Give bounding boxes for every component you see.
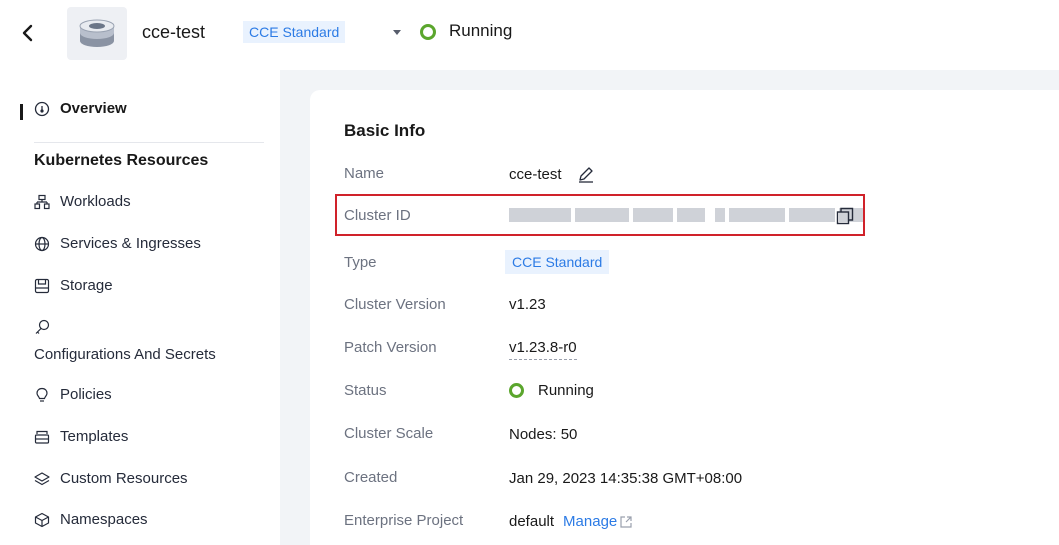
redacted-block <box>729 208 785 222</box>
cluster-scale-label: Cluster Scale <box>344 425 434 442</box>
sidebar-item-templates[interactable]: Templates <box>34 428 128 445</box>
globe-icon <box>34 236 50 252</box>
created-label: Created <box>344 469 398 486</box>
created-value: Jan 29, 2023 14:35:38 GMT+08:00 <box>509 470 743 487</box>
edit-name-button[interactable] <box>576 164 596 184</box>
name-label: Name <box>344 165 385 182</box>
manage-link-label: Manage <box>563 513 618 530</box>
name-value-group: cce-test <box>509 164 596 184</box>
chevron-left-icon <box>22 24 33 42</box>
template-icon <box>34 429 50 445</box>
sidebar-item-custom-resources[interactable]: Custom Resources <box>34 470 188 487</box>
type-tag: CCE Standard <box>505 250 610 274</box>
pencil-icon <box>578 167 593 183</box>
type-label: Type <box>344 254 377 271</box>
page-header: cce-test CCE Standard Running <box>0 0 1059 70</box>
sidebar-item-workloads[interactable]: Workloads <box>34 193 131 210</box>
sidebar-item-storage[interactable]: Storage <box>34 277 113 294</box>
sidebar-item-label: Templates <box>60 428 129 445</box>
redacted-block <box>789 208 835 222</box>
external-link-icon <box>620 515 632 528</box>
cluster-type-tag: CCE Standard <box>243 21 346 43</box>
card-title: Basic Info <box>344 121 426 140</box>
cluster-switch-dropdown[interactable] <box>390 25 404 39</box>
storage-icon <box>34 278 50 294</box>
sidebar-item-configurations-secrets[interactable]: Configurations And Secrets <box>34 346 216 363</box>
key-icon <box>34 319 50 335</box>
sidebar-item-label: Namespaces <box>60 511 148 528</box>
sidebar-divider <box>34 142 264 143</box>
cube-icon <box>34 512 50 528</box>
status-value: Running <box>538 382 594 399</box>
sidebar-item-label: Policies <box>60 386 112 403</box>
sidebar-item-label: Storage <box>60 277 113 294</box>
sidebar-item-policies[interactable]: Policies <box>34 386 112 403</box>
patch-version-label: Patch Version <box>344 339 437 356</box>
layers-icon <box>34 471 50 487</box>
active-indicator <box>20 104 23 120</box>
redacted-block <box>575 208 629 222</box>
sidebar-item-namespaces[interactable]: Namespaces <box>34 511 148 528</box>
cluster-status: Running <box>449 21 513 40</box>
status-label: Status <box>344 382 387 399</box>
cluster-name: cce-test <box>142 22 206 42</box>
sidebar-item-label: Overview <box>60 100 127 117</box>
sidebar-item-overview[interactable]: Overview <box>34 100 127 117</box>
sidebar-item-label: Custom Resources <box>60 470 188 487</box>
cluster-id-value <box>509 208 867 222</box>
name-value: cce-test <box>509 165 562 183</box>
running-status-icon <box>420 24 436 40</box>
cluster-version-value: v1.23 <box>509 296 546 313</box>
bulb-icon <box>34 387 50 403</box>
caret-down-icon <box>393 30 401 35</box>
redacted-block <box>677 208 705 222</box>
redacted-block <box>509 208 571 222</box>
enterprise-project-label: Enterprise Project <box>344 512 464 529</box>
cluster-scale-value: Nodes: 50 <box>509 426 578 443</box>
enterprise-project-value: default <box>509 513 555 530</box>
copy-id-button[interactable] <box>836 207 854 230</box>
patch-version-value[interactable]: v1.23.8-r0 <box>509 339 577 360</box>
back-button[interactable] <box>18 18 38 48</box>
cluster-id-label: Cluster ID <box>344 207 411 224</box>
sidebar-item-services-ingresses[interactable]: Services & Ingresses <box>34 235 201 252</box>
cluster-overview-page: { "header": { "cluster_name": "cce-test"… <box>0 0 1059 545</box>
redacted-block <box>633 208 673 222</box>
sidebar-section-title: Kubernetes Resources <box>34 152 209 169</box>
workloads-icon <box>34 194 50 210</box>
sidebar: Overview Kubernetes Resources Workloads … <box>0 70 280 545</box>
cluster-version-label: Cluster Version <box>344 296 446 313</box>
copy-icon <box>836 207 854 225</box>
redacted-block <box>715 208 725 222</box>
running-status-icon <box>509 383 524 398</box>
overview-icon <box>34 101 50 117</box>
sidebar-item-label: Workloads <box>60 193 131 210</box>
status-value-group: Running <box>509 382 594 399</box>
sidebar-item-label: Services & Ingresses <box>60 235 201 252</box>
cluster-stack-icon <box>67 7 127 60</box>
enterprise-project-value-group: default Manage <box>509 513 633 530</box>
manage-link[interactable]: Manage <box>563 513 633 530</box>
